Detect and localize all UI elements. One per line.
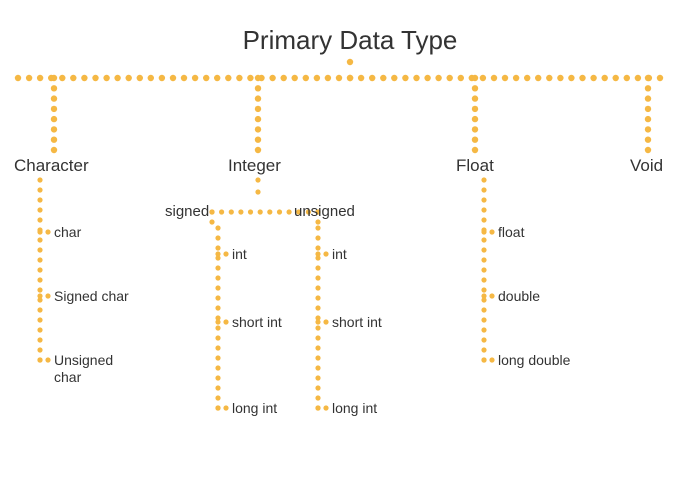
float-leaf-1: double — [498, 288, 540, 305]
signed-leaf-0: int — [232, 246, 247, 263]
signed-leaf-2: long int — [232, 400, 277, 417]
branch-integer: Integer — [228, 156, 281, 176]
branch-character: Character — [14, 156, 89, 176]
float-leaf-2: long double — [498, 352, 570, 369]
unsigned-leaf-0: int — [332, 246, 347, 263]
float-leaf-0: float — [498, 224, 524, 241]
unsigned-leaf-1: short int — [332, 314, 382, 331]
char-leaf-2: Unsigned char — [54, 352, 134, 386]
char-leaf-0: char — [54, 224, 81, 241]
branch-float: Float — [456, 156, 494, 176]
integer-signed-label: signed — [165, 203, 209, 220]
connector-lines — [0, 0, 700, 500]
unsigned-leaf-2: long int — [332, 400, 377, 417]
signed-leaf-1: short int — [232, 314, 282, 331]
char-leaf-1: Signed char — [54, 288, 129, 305]
diagram-title: Primary Data Type — [0, 25, 700, 56]
integer-unsigned-label: unsigned — [294, 203, 355, 220]
branch-void: Void — [630, 156, 663, 176]
